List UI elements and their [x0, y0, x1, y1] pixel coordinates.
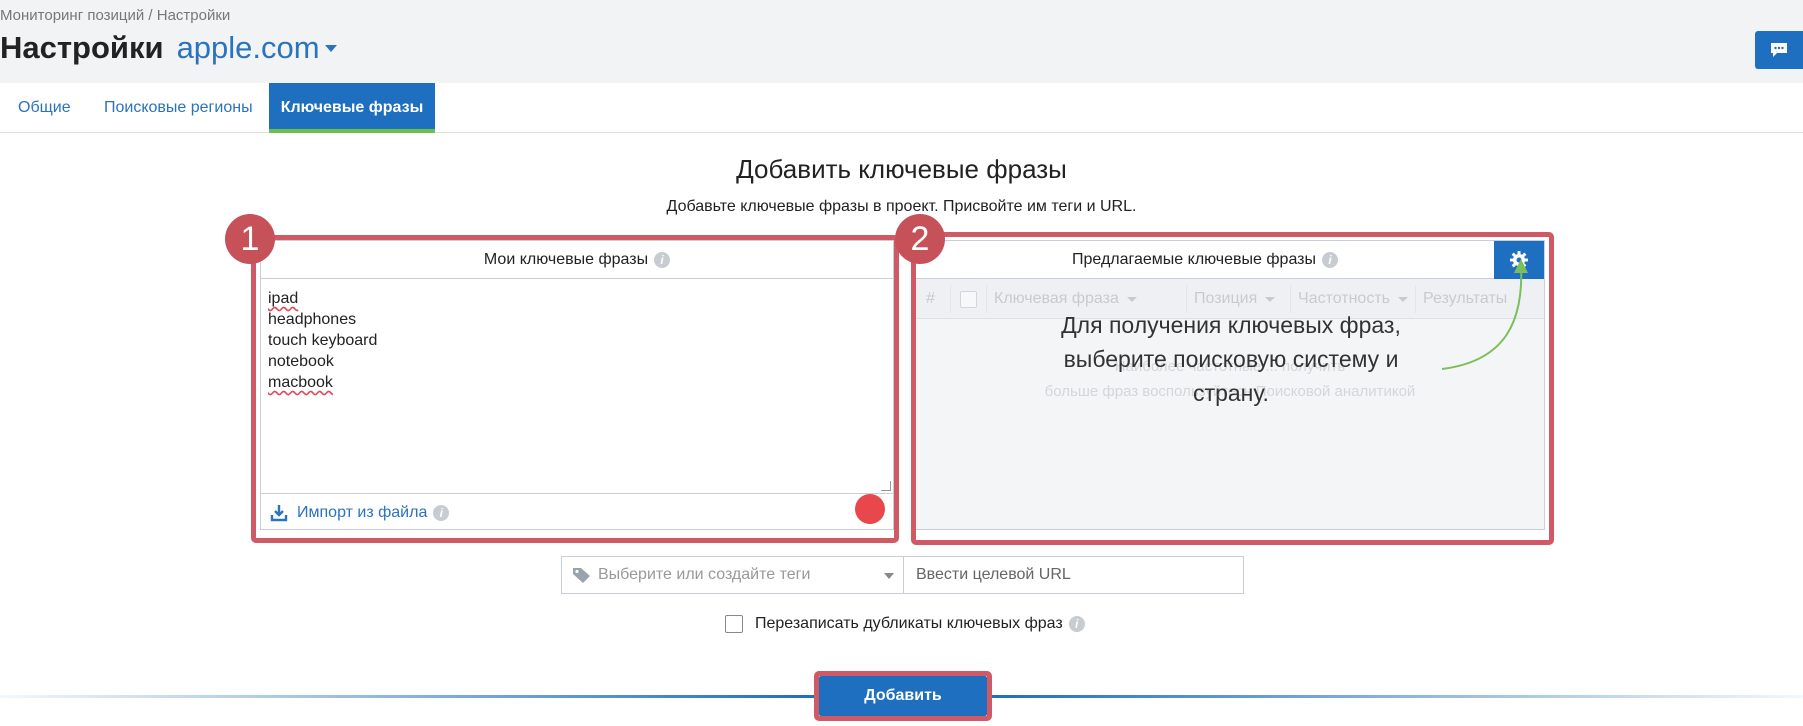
- project-name: apple.com: [176, 30, 320, 65]
- tag-icon: [573, 568, 590, 583]
- page-header: Мониторинг позиций / Настройки Настройки…: [0, 0, 1803, 83]
- project-selector[interactable]: apple.com: [177, 30, 337, 66]
- info-icon[interactable]: i: [1068, 616, 1085, 632]
- overwrite-duplicates-checkbox[interactable]: [725, 615, 743, 633]
- title-row: Настройки apple.com: [0, 30, 337, 66]
- overwrite-duplicates-label[interactable]: Перезаписать дубликаты ключевых фраз: [755, 615, 1063, 633]
- tabs-bar: Общие Поисковые регионы Ключевые фразы: [0, 83, 1803, 133]
- overwrite-duplicates-row: Перезаписать дубликаты ключевых фраз i: [725, 615, 1085, 633]
- breadcrumb[interactable]: Мониторинг позиций / Настройки: [0, 7, 230, 24]
- page-title: Настройки: [0, 30, 164, 65]
- chat-icon: [1771, 43, 1787, 57]
- step-badge-2: 2: [895, 214, 945, 264]
- tags-placeholder: Выберите или создайте теги: [598, 566, 811, 583]
- tab-search-regions[interactable]: Поисковые регионы: [104, 83, 253, 133]
- section-subtitle: Добавьте ключевые фразы в проект. Присво…: [666, 198, 1137, 215]
- chevron-down-icon: [324, 45, 337, 52]
- highlight-frame-my-keywords: [251, 235, 899, 543]
- chat-button[interactable]: [1755, 31, 1803, 69]
- section-title: Добавить ключевые фразы: [736, 154, 1067, 184]
- tab-general[interactable]: Общие: [18, 83, 71, 133]
- highlight-frame-suggested: [911, 232, 1554, 545]
- add-button[interactable]: Добавить: [819, 676, 987, 716]
- step-badge-1: 1: [225, 214, 275, 264]
- target-url-input[interactable]: [903, 556, 1244, 594]
- chevron-down-icon: [884, 573, 894, 579]
- tags-select[interactable]: Выберите или создайте теги: [561, 556, 904, 594]
- tab-keywords[interactable]: Ключевые фразы: [269, 83, 435, 133]
